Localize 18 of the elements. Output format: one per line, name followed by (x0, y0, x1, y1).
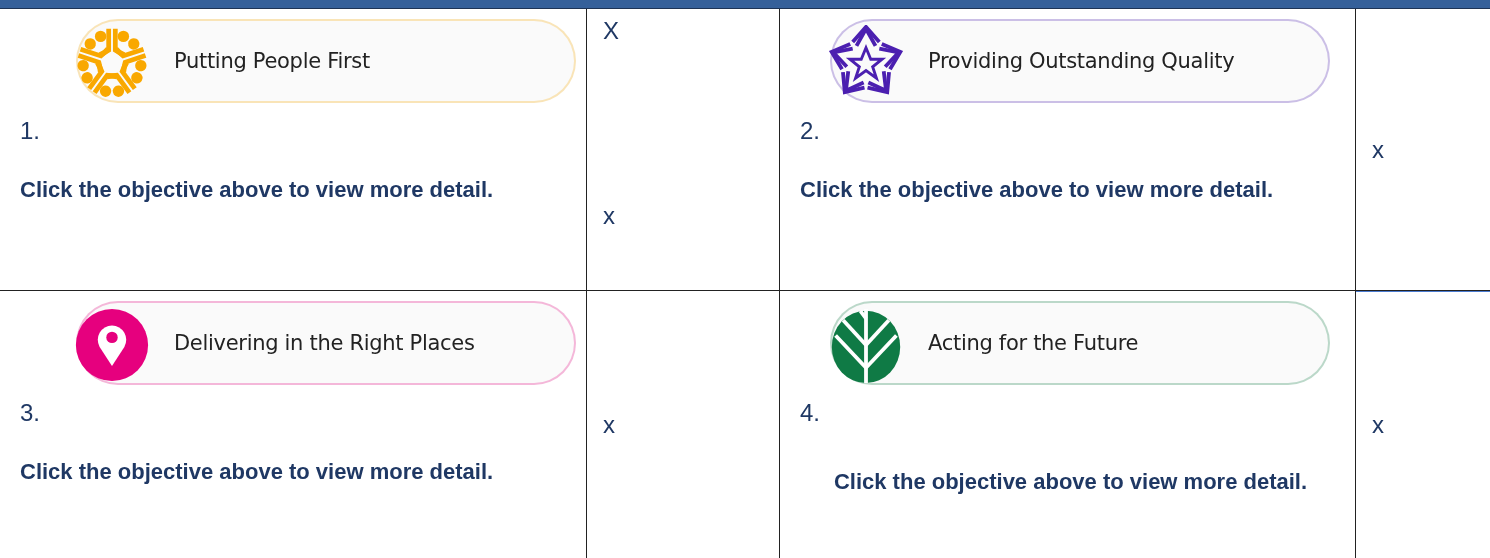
objective-number: 1. (20, 117, 41, 145)
mark-text: x (603, 202, 616, 230)
objective-button[interactable]: Putting People First (76, 19, 576, 103)
objective-instruction: Click the objective above to view more detail. (20, 176, 495, 204)
mark-text: x (1372, 135, 1385, 164)
objective-button[interactable]: Acting for the Future (830, 301, 1330, 385)
objective-button[interactable]: Providing Outstanding Quality (830, 19, 1330, 103)
mark-text: x (1372, 411, 1385, 439)
objective-number: 2. (800, 117, 821, 145)
objective-instruction: Click the objective above to view more detail. (833, 468, 1308, 496)
objective-button[interactable]: Delivering in the Right Places (76, 301, 576, 385)
map-pin-icon (74, 307, 150, 383)
objective-number: 4. (800, 399, 821, 427)
objective-number: 3. (20, 399, 41, 427)
objective-instruction: Click the objective above to view more detail. (800, 176, 1275, 204)
mark-text: X (603, 17, 620, 45)
objective-instruction: Click the objective above to view more detail. (20, 458, 495, 486)
mark-text: x (603, 410, 616, 439)
